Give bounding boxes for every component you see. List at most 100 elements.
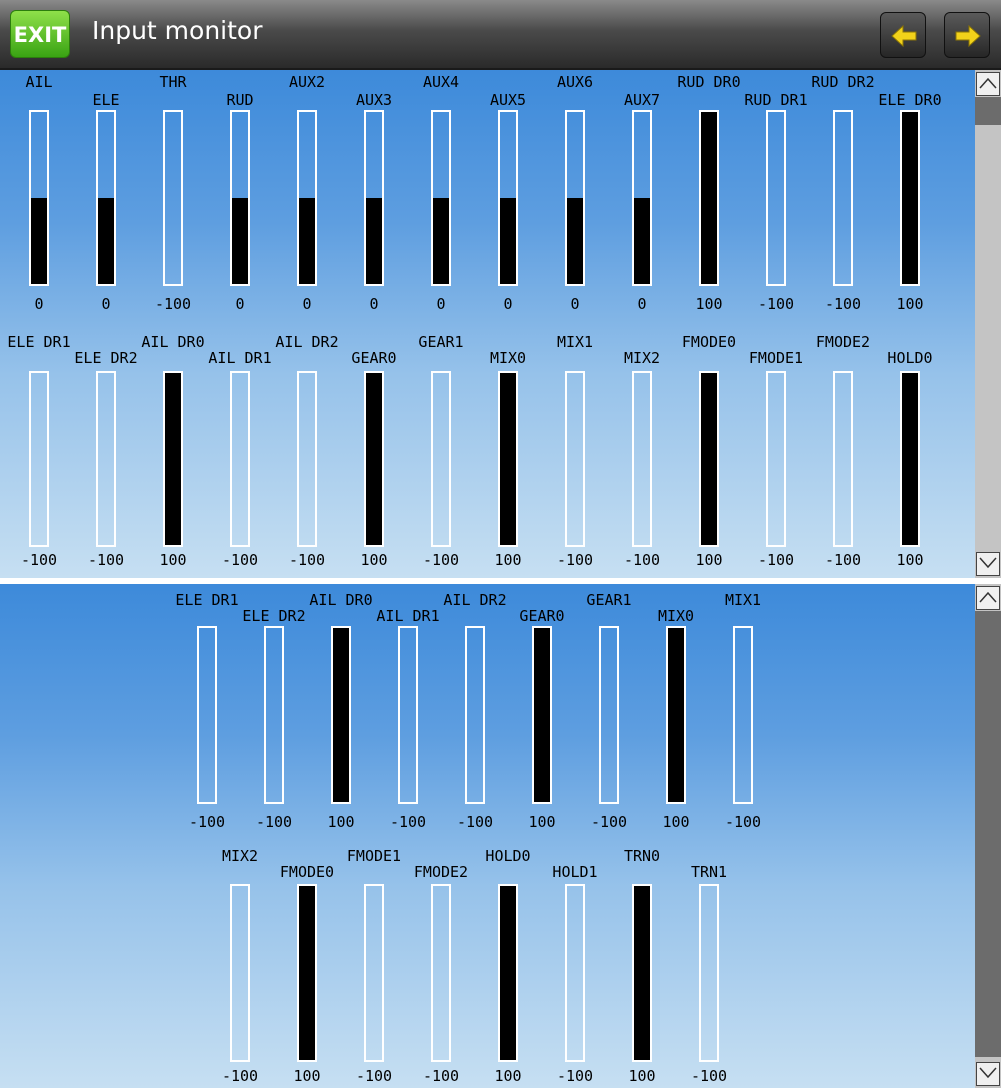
chevron-down-icon	[979, 1067, 997, 1079]
channel-label-ele: ELE	[92, 91, 120, 109]
scroll-down-button[interactable]	[976, 1062, 1000, 1086]
channel-label-mix2: MIX2	[623, 349, 661, 367]
channel-bar-fmode0	[699, 371, 719, 547]
channel-fill-mix0	[668, 628, 684, 802]
channel-fill-ail-dr0	[333, 628, 349, 802]
scroll-up-button[interactable]	[976, 586, 1000, 610]
channel-bar-ail-dr1	[230, 371, 250, 547]
scrollbar[interactable]	[975, 70, 1001, 578]
channel-bar-fmode1	[766, 371, 786, 547]
channel-value-mix1: -100	[724, 813, 762, 831]
channel-bar-mix1	[733, 626, 753, 804]
channel-label-mix0: MIX0	[657, 607, 695, 625]
channel-bar-aux2	[297, 110, 317, 286]
channel-fill-aux2	[299, 198, 315, 284]
channel-bar-ail	[29, 110, 49, 286]
channel-label-fmode2: FMODE2	[815, 333, 871, 351]
channel-bar-gear0	[364, 371, 384, 547]
channel-label-aux7: AUX7	[623, 91, 661, 109]
channel-label-rud-dr2: RUD DR2	[811, 73, 875, 91]
channel-label-hold0: HOLD0	[485, 847, 531, 865]
scroll-down-button[interactable]	[976, 552, 1000, 576]
channel-bar-hold0	[498, 884, 518, 1062]
channel-fill-hold0	[500, 886, 516, 1060]
channel-label-aux5: AUX5	[489, 91, 527, 109]
channel-fill-ail-dr0	[165, 373, 181, 545]
channel-bar-trn0	[632, 884, 652, 1062]
channel-label-ail-dr0: AIL DR0	[309, 591, 373, 609]
channel-fill-aux7	[634, 198, 650, 284]
previous-page-button[interactable]	[880, 12, 926, 58]
channel-fill-trn0	[634, 886, 650, 1060]
channel-label-thr: THR	[159, 73, 187, 91]
scroll-up-button[interactable]	[976, 72, 1000, 96]
scroll-thumb[interactable]	[975, 97, 1001, 125]
channel-bar-ail-dr0	[331, 626, 351, 804]
channel-bar-mix2	[230, 884, 250, 1062]
channel-fill-ail	[31, 198, 47, 284]
channel-bar-hold1	[565, 884, 585, 1062]
arrow-right-icon	[955, 24, 981, 48]
channel-fill-rud-dr0	[701, 112, 717, 284]
exit-button[interactable]: EXIT	[10, 10, 70, 58]
channel-bar-gear0	[532, 626, 552, 804]
channel-bar-ail-dr0	[163, 371, 183, 547]
channel-label-mix1: MIX1	[724, 591, 762, 609]
arrow-left-icon	[891, 24, 917, 48]
channel-label-ail-dr2: AIL DR2	[275, 333, 339, 351]
channel-bar-rud-dr2	[833, 110, 853, 286]
channel-label-ail-dr1: AIL DR1	[208, 349, 272, 367]
channel-value-trn1: -100	[690, 1067, 728, 1085]
channel-fill-aux5	[500, 198, 516, 284]
channel-bar-mix0	[666, 626, 686, 804]
channel-grid: AIL 0 ELE 0 THR -100 RUD 0 AUX2 0 AUX3 0 AUX4 0 AUX5 0 A…	[0, 70, 975, 578]
channel-fill-aux6	[567, 198, 583, 284]
channel-bar-gear1	[599, 626, 619, 804]
channel-label-ail-dr1: AIL DR1	[376, 607, 440, 625]
channel-label-aux6: AUX6	[556, 73, 594, 91]
channel-label-fmode1: FMODE1	[748, 349, 804, 367]
channel-label-gear0: GEAR0	[519, 607, 565, 625]
channel-label-ail: AIL	[25, 73, 53, 91]
channel-bar-ail-dr1	[398, 626, 418, 804]
channel-label-ail-dr0: AIL DR0	[141, 333, 205, 351]
channel-bar-ele-dr1	[197, 626, 217, 804]
channel-label-fmode0: FMODE0	[681, 333, 737, 351]
channel-bar-aux4	[431, 110, 451, 286]
channel-label-ele-dr2: ELE DR2	[242, 607, 306, 625]
channel-bar-mix1	[565, 371, 585, 547]
channel-bar-mix2	[632, 371, 652, 547]
scrollbar[interactable]	[975, 584, 1001, 1088]
input-monitor-screen-top: EXIT Input monitor AIL 0 ELE 0 THR -100 RUD 0 AU…	[0, 0, 1001, 578]
channel-bar-rud-dr1	[766, 110, 786, 286]
channel-label-aux4: AUX4	[422, 73, 460, 91]
channel-label-ele-dr1: ELE DR1	[175, 591, 239, 609]
channel-label-gear1: GEAR1	[586, 591, 632, 609]
channel-label-gear1: GEAR1	[418, 333, 464, 351]
channel-label-gear0: GEAR0	[351, 349, 397, 367]
channel-bar-rud-dr0	[699, 110, 719, 286]
chevron-down-icon	[979, 557, 997, 569]
next-page-button[interactable]	[944, 12, 990, 58]
channel-bar-ele-dr1	[29, 371, 49, 547]
input-monitor-screen-bottom: ELE DR1 -100 ELE DR2 -100 AIL DR0 100 AIL DR1-…	[0, 584, 1001, 1088]
channel-bar-fmode2	[431, 884, 451, 1062]
channel-label-hold1: HOLD1	[552, 863, 598, 881]
chevron-up-icon	[979, 591, 997, 603]
channel-label-aux3: AUX3	[355, 91, 393, 109]
channel-value-hold0: 100	[896, 551, 924, 569]
channel-label-rud-dr0: RUD DR0	[677, 73, 741, 91]
channel-bar-aux3	[364, 110, 384, 286]
channel-label-trn1: TRN1	[690, 863, 728, 881]
page-title: Input monitor	[92, 16, 263, 45]
channel-bar-fmode0	[297, 884, 317, 1062]
scroll-thumb[interactable]	[975, 611, 1001, 1057]
title-bar: EXIT Input monitor	[0, 0, 1001, 70]
channel-label-trn0: TRN0	[623, 847, 661, 865]
channel-label-ail-dr2: AIL DR2	[443, 591, 507, 609]
channel-fill-fmode0	[299, 886, 315, 1060]
channel-label-mix0: MIX0	[489, 349, 527, 367]
channel-label-mix1: MIX1	[556, 333, 594, 351]
channel-label-fmode2: FMODE2	[413, 863, 469, 881]
channel-label-fmode1: FMODE1	[346, 847, 402, 865]
